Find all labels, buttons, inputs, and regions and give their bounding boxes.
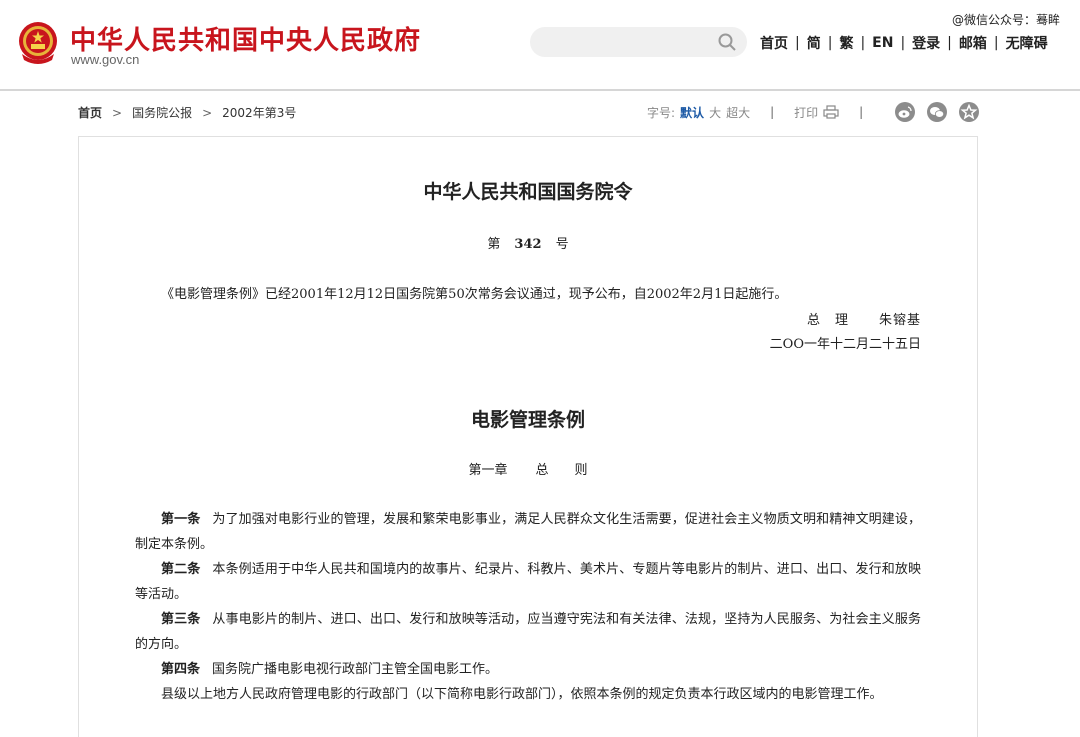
decree-text: 《电影管理条例》已经2001年12月12日国务院第50次常务会议通过，现予公布，… (161, 287, 788, 302)
clause-paragraph: 第三条 从事电影片的制片、进口、出口、发行和放映等活动，应当遵守宪法和有关法律、法… (135, 607, 921, 657)
nav-divider: | (993, 35, 999, 51)
nav-divider: | (900, 35, 906, 51)
nav-login[interactable]: 登录 (912, 33, 940, 53)
nav-divider: | (827, 35, 833, 51)
nav-mailbox[interactable]: 邮箱 (959, 33, 987, 53)
signer-line: 总 理 朱镕基 (807, 309, 921, 328)
chapter-name: 总 则 (535, 463, 588, 478)
search-icon[interactable] (717, 32, 737, 52)
clause-paragraph: 县级以上地方人民政府管理电影的行政部门（以下简称电影行政部门），依照本条例的规定… (135, 682, 921, 707)
signer-role: 总 理 (806, 313, 849, 328)
site-header: 中华人民共和国中央人民政府 www.gov.cn @微信公众号：蓦眸 首页 | … (0, 0, 1080, 91)
font-size-xlarge[interactable]: 超大 (726, 104, 750, 121)
article-content: 中华人民共和国国务院令 第 342 号 《电影管理条例》已经2001年12月12日国… (78, 136, 978, 737)
search-input[interactable] (530, 27, 747, 57)
clause-label: 第三条 (161, 612, 201, 627)
nav-divider: | (860, 35, 866, 51)
breadcrumb-bulletin[interactable]: 国务院公报 (132, 104, 192, 121)
nav-divider: | (947, 35, 952, 51)
watermark-text: @微信公众号：蓦眸 (951, 13, 1060, 27)
weibo-icon[interactable] (895, 102, 916, 122)
nav-traditional[interactable]: 繁 (839, 33, 853, 53)
clause-paragraph: 第二条 本条例适用于中华人民共和国境内的故事片、纪录片、科教片、美术片、专题片等电… (135, 557, 921, 607)
order-title: 中华人民共和国国务院令 (423, 181, 633, 203)
clause-label: 第四条 (161, 662, 201, 677)
clause-text: 从事电影片的制片、进口、出口、发行和放映等活动，应当遵守宪法和有关法律、法规，坚… (135, 612, 921, 652)
font-size-label: 字号: (647, 105, 676, 120)
nav-divider: | (795, 35, 800, 51)
chevron-right-icon: > (112, 105, 123, 120)
breadcrumb-issue[interactable]: 2002年第3号 (222, 104, 296, 121)
top-nav: 首页 | 简 | 繁 | EN | 登录 | 邮箱 | 无障碍 (760, 33, 1048, 53)
order-number: 342 (514, 237, 542, 252)
clause-text: 国务院广播电影电视行政部门主管全国电影工作。 (212, 662, 499, 677)
favorite-icon[interactable] (959, 102, 980, 122)
breadcrumb-home[interactable]: 首页 (78, 104, 102, 121)
order-number-line: 第 342 号 (79, 233, 977, 252)
sign-date: 二OO一年十二月二十五日 (769, 337, 921, 352)
toolbar-divider: | (770, 105, 775, 119)
clause-paragraph: 第四条 国务院广播电影电视行政部门主管全国电影工作。 (135, 657, 921, 682)
clause-list: 第一条 为了加强对电影行业的管理，发展和繁荣电影事业，满足人民群众文化生活需要，促… (135, 507, 921, 707)
national-emblem-icon[interactable] (16, 20, 60, 66)
print-label[interactable]: 打印 (794, 104, 818, 121)
toolbar-divider: | (859, 105, 864, 119)
wechat-icon[interactable] (927, 102, 948, 122)
site-domain: www.gov.cn (71, 52, 140, 67)
clause-paragraph: 第一条 为了加强对电影行业的管理，发展和繁荣电影事业，满足人民群众文化生活需要，促… (135, 507, 921, 557)
nav-english[interactable]: EN (872, 35, 893, 51)
chapter-number: 第一章 (468, 463, 508, 478)
regulation-title: 电影管理条例 (470, 409, 585, 431)
order-prefix: 第 (487, 237, 501, 252)
article-toolbar: 字号: 默认 大 超大 | 打印 | (647, 102, 980, 122)
clause-text: 县级以上地方人民政府管理电影的行政部门（以下简称电影行政部门），依照本条例的规定… (161, 687, 883, 702)
clause-text: 本条例适用于中华人民共和国境内的故事片、纪录片、科教片、美术片、专题片等电影片的… (135, 562, 921, 602)
font-size-default[interactable]: 默认 (680, 104, 704, 121)
nav-accessibility[interactable]: 无障碍 (1006, 33, 1048, 53)
chapter-heading: 第一章 总 则 (79, 459, 977, 478)
nav-home[interactable]: 首页 (760, 33, 788, 53)
font-size-large[interactable]: 大 (709, 104, 721, 121)
printer-icon[interactable] (823, 105, 839, 119)
signer-name: 朱镕基 (878, 313, 921, 328)
chevron-right-icon: > (202, 105, 213, 120)
nav-simplified[interactable]: 简 (807, 33, 821, 53)
clause-label: 第一条 (161, 512, 201, 527)
clause-label: 第二条 (161, 562, 201, 577)
breadcrumb: 首页 > 国务院公报 > 2002年第3号 (78, 104, 296, 121)
clause-text: 为了加强对电影行业的管理，发展和繁荣电影事业，满足人民群众文化生活需要，促进社会… (135, 512, 921, 552)
order-suffix: 号 (555, 237, 569, 252)
